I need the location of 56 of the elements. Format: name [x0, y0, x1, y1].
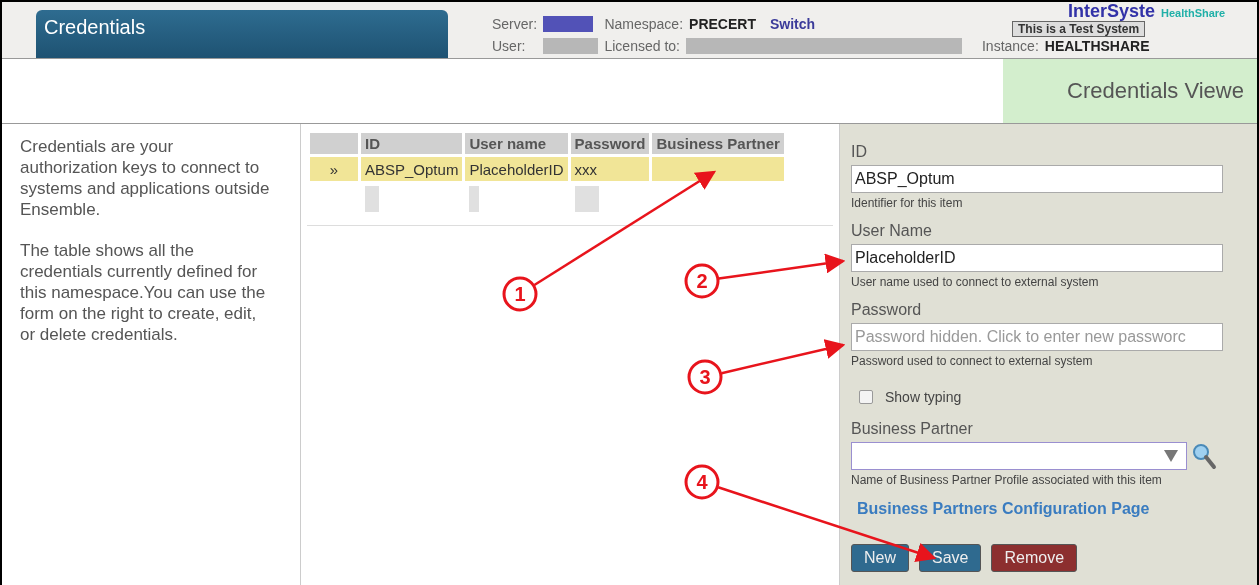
redacted-block — [543, 16, 594, 32]
field-label: Password — [851, 300, 923, 319]
table-header — [310, 133, 358, 154]
field-hint: Name of Business Partner Profile associated with this item — [851, 473, 1163, 488]
field-hint: Password used to connect to external system — [851, 354, 1094, 369]
annotation-number: 4 — [696, 471, 708, 493]
logo-name: InterSyste — [1068, 2, 1156, 21]
column-header: Business Partner — [652, 133, 784, 154]
redacted-block — [574, 186, 599, 212]
table-cell: ABSP_Optum — [361, 157, 463, 181]
field-label: Business Partner — [851, 419, 974, 438]
server-label: Server: — [492, 16, 538, 32]
annotation-circle — [687, 359, 723, 395]
action-button[interactable]: New — [851, 544, 909, 572]
table-row[interactable]: » ABSP_Optum PlaceholderID xxx — [310, 157, 784, 181]
checkbox-label: Show typing — [885, 389, 962, 405]
instance-label: Instance: — [981, 38, 1039, 54]
search-icon[interactable] — [1191, 442, 1217, 470]
row-marker: » — [310, 157, 358, 181]
user-label: User: — [492, 38, 526, 54]
redacted-block — [543, 38, 599, 54]
annotation-number: 2 — [696, 270, 708, 292]
redacted-block — [469, 186, 480, 212]
dropdown-field[interactable] — [851, 442, 1187, 470]
field-label: ID — [851, 142, 868, 161]
page-title: Credentials — [36, 10, 448, 58]
namespace-value: PRECERT — [689, 16, 756, 32]
logo-product: HealthShare — [1161, 7, 1226, 19]
field-hint: User name used to connect to external system — [851, 275, 1100, 290]
annotation-number: 1 — [514, 283, 526, 305]
field-hint: Identifier for this item — [851, 196, 964, 211]
description-text: The table shows all the credentials currently defined for this namespace.You can use the form on the right to create, edit, or delete credentials. — [20, 240, 267, 345]
test-system-banner: This is a Test System — [1012, 21, 1146, 37]
action-button[interactable]: Remove — [991, 544, 1078, 572]
input-field[interactable]: ABSP_Optum — [851, 165, 1223, 193]
licensed-label: Licensed to: — [604, 38, 680, 54]
column-header: User name — [465, 133, 568, 154]
annotation-circle — [502, 276, 538, 312]
caret-icon — [1164, 450, 1178, 462]
namespace-label: Namespace: — [604, 16, 684, 32]
panel-title: Credentials Viewe — [1003, 59, 1257, 123]
table-cell: PlaceholderID — [465, 157, 568, 181]
switch-link[interactable]: Switch — [769, 16, 816, 32]
table-cell: xxx — [570, 157, 650, 181]
annotation-number: 3 — [699, 366, 711, 388]
redacted-block — [365, 186, 379, 212]
description-text: Credentials are your authorization keys to connect to systems and applications outside Ensemble. — [20, 136, 271, 220]
annotation-circle — [684, 263, 720, 299]
annotation-circle — [684, 464, 720, 500]
checkbox[interactable] — [859, 390, 873, 404]
instance-value: HEALTHSHARE — [1044, 38, 1150, 54]
column-header: Password — [570, 133, 650, 154]
input-field[interactable]: Password hidden. Click to enter new passworc — [851, 323, 1223, 351]
column-header: ID — [361, 133, 463, 154]
field-label: User Name — [851, 221, 933, 240]
input-field[interactable]: PlaceholderID — [851, 244, 1223, 272]
